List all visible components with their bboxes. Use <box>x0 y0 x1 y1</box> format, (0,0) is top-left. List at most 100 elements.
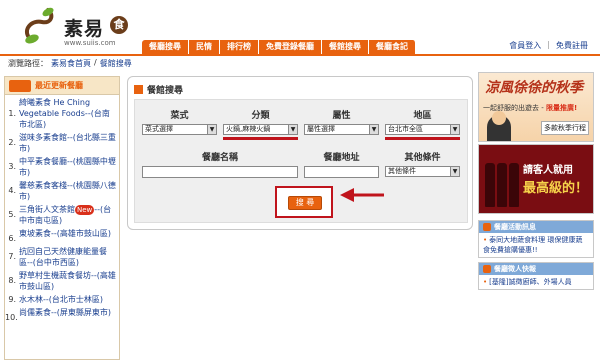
chevron-down-icon: ▼ <box>207 125 216 134</box>
chevron-down-icon: ▼ <box>288 125 297 134</box>
header-divider <box>0 54 600 56</box>
recent-list: 1. 綺曦素食 He Ching Vegetable Foods--(台南市北區)… <box>5 95 119 323</box>
nav-item-3[interactable]: 免費登錄餐廳 <box>259 40 322 54</box>
ad-line-1: 請客人就用 <box>523 165 573 176</box>
ad-line-2: 最高級的！ <box>523 181 589 196</box>
breadcrumb: 瀏覽路徑： 素易食首頁 / 餐館搜尋 <box>8 58 132 69</box>
cuisine-filter: 菜式 菜式選擇 ▼ <box>139 110 220 140</box>
ad-title: 涼風徐徐的秋季 <box>485 80 583 96</box>
region-label: 地區 <box>413 111 432 121</box>
list-item[interactable]: • [基隆]誠徵廚師、外場人員 <box>483 277 589 287</box>
list-item[interactable]: 2. 滋味多素食館--(台北縣三重市) <box>5 132 117 154</box>
events-box-header: 餐廳活動訊息 <box>479 221 593 233</box>
logo-leaf-icon <box>25 7 54 44</box>
main-nav: 餐廳搜尋 民情 排行榜 免費登錄餐廳 餐館搜尋 餐廳食記 <box>142 40 416 54</box>
login-link[interactable]: 會員登入 <box>509 40 541 51</box>
panel-title: 餐館搜尋 <box>147 86 184 96</box>
attribute-filter: 屬性 屬性選擇 ▼ <box>301 110 382 140</box>
pointer-arrow-icon <box>340 188 384 202</box>
search-form: 菜式 菜式選擇 ▼ 分類 火鍋,麻辣火鍋 ▼ 屬性 屬性選擇 ▼ 地區 台北市全區 ▼ … <box>134 99 468 223</box>
list-item[interactable]: 3. 中平素食餐廳--(桃園縣中壢市) <box>5 156 117 178</box>
bottle-icon <box>485 163 495 207</box>
nav-item-5[interactable]: 餐廳食記 <box>369 40 416 54</box>
bottle-icon <box>497 163 507 207</box>
other-select[interactable]: 其他條件 ▼ <box>385 166 460 177</box>
nav-item-4[interactable]: 餐館搜尋 <box>322 40 369 54</box>
jobs-list: • [基隆]誠徵廚師、外場人員 <box>479 275 593 289</box>
highlight-underline <box>223 137 298 140</box>
chevron-down-icon: ▼ <box>450 167 459 176</box>
recent-restaurants-sidebar: 最近更新餐廳 1. 綺曦素食 He Ching Vegetable Foods--… <box>4 76 120 360</box>
jobs-box-title: 餐廳徵人快報 <box>494 265 536 273</box>
logo-url: www.suiis.com <box>64 39 116 47</box>
new-icon <box>9 79 31 92</box>
bullet-icon: • <box>483 236 488 244</box>
filter-row-selects: 菜式 菜式選擇 ▼ 分類 火鍋,麻辣火鍋 ▼ 屬性 屬性選擇 ▼ 地區 台北市全區 ▼ <box>139 110 463 140</box>
region-filter: 地區 台北市全區 ▼ <box>382 110 463 140</box>
events-list: • 泰同大地蔬食料理 環保健康蔬食免費搶購優惠!! <box>479 233 593 257</box>
link-separator: | <box>547 40 550 49</box>
breadcrumb-current[interactable]: 餐館搜尋 <box>100 58 132 69</box>
bottle-icon <box>509 163 519 207</box>
list-item[interactable]: 4. 馨慈素食客棧--(桃園縣八德市) <box>5 180 117 202</box>
logo-text: 素易 <box>64 18 105 40</box>
filter-row-inputs: 餐廳名稱 餐廳地址 其他條件 其他條件 ▼ <box>139 152 463 178</box>
breadcrumb-separator: / <box>94 58 97 67</box>
other-label: 其他條件 <box>404 153 441 163</box>
wine-ad[interactable]: 請客人就用 最高級的！ <box>478 144 594 214</box>
panel-header: 餐館搜尋 <box>134 83 183 96</box>
list-item[interactable]: • 泰同大地蔬食料理 環保健康蔬食免費搶購優惠!! <box>483 235 589 255</box>
address-field-group: 餐廳地址 <box>301 152 382 178</box>
nav-item-0[interactable]: 餐廳搜尋 <box>142 40 189 54</box>
nav-item-1[interactable]: 民情 <box>189 40 220 54</box>
category-label: 分類 <box>251 111 270 121</box>
list-item[interactable]: 9. 水木林--(台北市士林區) <box>5 294 117 305</box>
category-select[interactable]: 火鍋,麻辣火鍋 ▼ <box>223 124 298 135</box>
list-item[interactable]: 1. 綺曦素食 He Ching Vegetable Foods--(台南市北區) <box>5 97 117 130</box>
search-button-highlight: 搜 尋 <box>275 186 333 218</box>
new-badge: New <box>75 205 95 215</box>
events-box-title: 餐廳活動訊息 <box>494 223 536 231</box>
category-filter: 分類 火鍋,麻辣火鍋 ▼ <box>220 110 301 140</box>
other-filter: 其他條件 其他條件 ▼ <box>382 152 463 178</box>
search-button[interactable]: 搜 尋 <box>288 196 322 210</box>
attribute-select[interactable]: 屬性選擇 ▼ <box>304 124 379 135</box>
restaurant-search-panel: 餐館搜尋 菜式 菜式選擇 ▼ 分類 火鍋,麻辣火鍋 ▼ 屬性 屬性選擇 ▼ 地區 台北… <box>127 76 473 230</box>
bullet-icon <box>134 85 143 94</box>
events-box: 餐廳活動訊息 • 泰同大地蔬食料理 環保健康蔬食免費搶購優惠!! <box>478 220 594 258</box>
region-select[interactable]: 台北市全區 ▼ <box>385 124 460 135</box>
jobs-box-header: 餐廳徵人快報 <box>479 263 593 275</box>
sidebar-title: 最近更新餐廳 <box>35 81 83 90</box>
logo-badge: 食 <box>110 16 128 34</box>
cuisine-label: 菜式 <box>170 111 189 121</box>
bullet-icon: • <box>483 278 488 286</box>
name-label: 餐廳名稱 <box>201 153 238 163</box>
sidebar-header: 最近更新餐廳 <box>5 77 119 95</box>
user-links: 會員登入 | 免費註冊 <box>509 40 588 51</box>
jobs-box: 餐廳徵人快報 • [基隆]誠徵廚師、外場人員 <box>478 262 594 290</box>
autumn-travel-ad[interactable]: 涼風徐徐的秋季 一起舒服的出遊去 - 限量推廣! 多款秋季行程 <box>478 72 594 142</box>
address-label: 餐廳地址 <box>323 153 360 163</box>
list-item[interactable]: 10. 尚儒素食--(屏東縣屏東市) <box>5 307 117 323</box>
chevron-down-icon: ▼ <box>369 125 378 134</box>
list-item[interactable]: 8. 野草村生機蔬食餐坊--(高雄市鼓山區) <box>5 270 117 292</box>
list-item[interactable]: 6. 東坡素食--(高雄市鼓山區) <box>5 228 117 244</box>
site-header: 素易 食 www.suiis.com 餐廳搜尋 民情 排行榜 免費登錄餐廳 餐館… <box>0 0 600 56</box>
chevron-down-icon: ▼ <box>450 125 459 134</box>
restaurant-address-input[interactable] <box>304 166 379 178</box>
register-link[interactable]: 免費註冊 <box>556 40 588 51</box>
ad-tag: 多款秋季行程 <box>541 121 589 135</box>
bullet-icon <box>483 265 491 273</box>
restaurant-name-input[interactable] <box>142 166 298 178</box>
highlight-underline <box>385 137 460 140</box>
list-item[interactable]: 5. 三角街人文茶館 New --(台中市南屯區) <box>5 204 117 226</box>
name-field-group: 餐廳名稱 <box>139 152 301 178</box>
list-item[interactable]: 7. 抗回自己天然健康能量餐區--(台中市西區) <box>5 246 117 268</box>
cuisine-select[interactable]: 菜式選擇 ▼ <box>142 124 217 135</box>
site-logo[interactable]: 素易 食 www.suiis.com <box>22 6 132 50</box>
nav-item-2[interactable]: 排行榜 <box>220 40 259 54</box>
bullet-icon <box>483 223 491 231</box>
breadcrumb-home[interactable]: 素易食首頁 <box>51 58 91 69</box>
face-illustration <box>492 111 506 125</box>
breadcrumb-label: 瀏覽路徑： <box>8 59 48 68</box>
